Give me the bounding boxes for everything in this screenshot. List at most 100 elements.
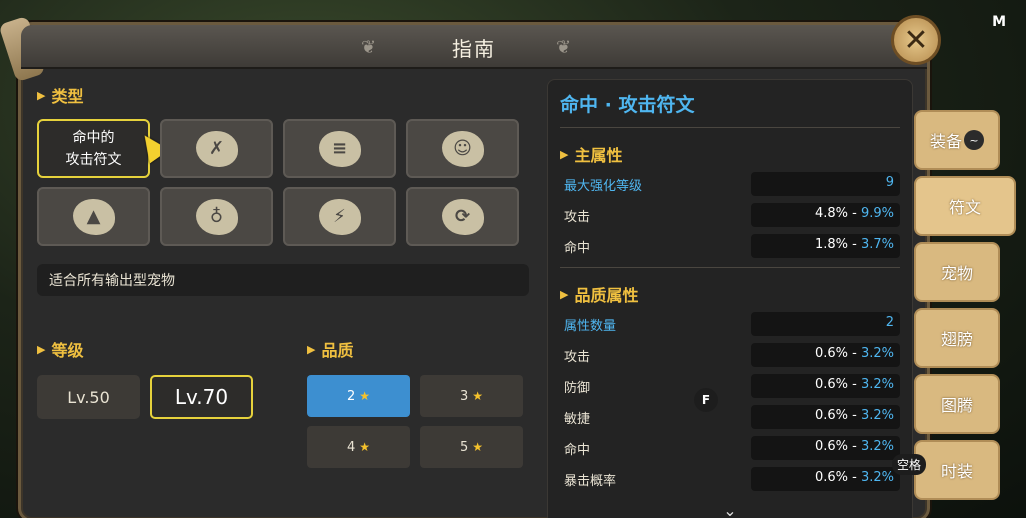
spiral-rune-icon: ⟳ <box>441 198 484 235</box>
rune-type-description: 适合所有输出型宠物 <box>37 264 529 296</box>
rune-detail-panel[interactable]: 命中 · 攻击符文 ▶ 主属性 最大强化等级 9 攻击 4.8% - 9.9% 命中 1.… <box>547 79 913 518</box>
stat-min: 4.8% - <box>814 206 861 221</box>
stat-row: 最大强化等级 9 <box>560 171 900 197</box>
triangle-icon: ▶ <box>37 88 46 102</box>
window-title: 指南 <box>452 37 496 61</box>
stat-max: 3.2% <box>860 377 894 392</box>
star-icon: ★ <box>359 440 371 454</box>
quality-option-5[interactable]: 5 ★ <box>420 426 523 468</box>
rune-type-claw[interactable]: ⚡ <box>283 187 396 246</box>
rune-type-totem[interactable]: ♁ <box>160 187 273 246</box>
quality-attr-title: ▶ 品质属性 <box>560 282 900 306</box>
stat-max: 3.2% <box>860 408 894 423</box>
space-key-hint: 空格 <box>892 454 927 475</box>
stat-row: 属性数量 2 <box>560 311 900 337</box>
stat-min: 0.6% - <box>814 346 861 361</box>
scroll-down-icon[interactable]: ⌄ <box>548 501 912 518</box>
wind-rune-icon: ≡ <box>318 130 361 167</box>
type-title-label: 类型 <box>51 87 84 106</box>
stat-value: 4.8% - 9.9% <box>750 203 900 227</box>
map-hotkey-label: M <box>992 14 1006 30</box>
stat-row: 攻击 4.8% - 9.9% <box>560 202 900 228</box>
filter-panel: ▶ 类型 命中的 攻击符文 ✗ ≡ ☺ ▲ ♁ ⚡ ⟳ 适合所有输出型宠物 ▶ … <box>37 83 529 468</box>
muscle-rune-icon: ▲ <box>72 198 115 235</box>
level-section-title: ▶ 等级 <box>37 337 267 361</box>
stat-max: 9.9% <box>860 206 894 221</box>
stat-name: 攻击 <box>564 349 591 365</box>
quality-option-3[interactable]: 3 ★ <box>420 375 523 417</box>
stat-value: 0.6% - 3.2% <box>750 467 900 491</box>
stat-max: 3.7% <box>860 237 894 252</box>
claw-rune-icon: ⚡ <box>318 198 361 235</box>
triangle-icon: ▶ <box>560 147 569 161</box>
stat-name: 最大强化等级 <box>564 178 643 194</box>
tab-equipment[interactable]: 装备 ~ <box>914 110 1000 170</box>
stat-max: 3.2% <box>860 470 894 485</box>
stat-value: 0.6% - 3.2% <box>750 436 900 460</box>
face-rune-icon: ☺ <box>441 130 484 167</box>
main-attr-list: 最大强化等级 9 攻击 4.8% - 9.9% 命中 1.8% - 3.7% <box>560 171 900 259</box>
stat-name: 防御 <box>564 380 591 396</box>
quality-section-title: ▶ 品质 <box>307 337 527 361</box>
triangle-icon: ▶ <box>560 287 569 301</box>
rune-type-wind[interactable]: ≡ <box>283 119 396 178</box>
stat-row: 命中 1.8% - 3.7% <box>560 233 900 259</box>
tab-label: 宠物 <box>940 264 973 283</box>
star-icon: ★ <box>472 440 484 454</box>
rune-type-face[interactable]: ☺ <box>406 119 519 178</box>
rune-type-strength[interactable]: ▲ <box>37 187 150 246</box>
quality-value: 4 <box>346 439 356 455</box>
tab-rune[interactable]: 符文 <box>914 176 1016 236</box>
quality-title-label: 品质 <box>321 341 354 360</box>
rune-type-slash[interactable]: ✗ <box>160 119 273 178</box>
stat-row: 命中 0.6% - 3.2% <box>560 435 900 461</box>
tab-label: 翅膀 <box>940 330 973 349</box>
quality-value: 3 <box>459 388 469 404</box>
type-section-title: ▶ 类型 <box>37 83 529 107</box>
section-divider <box>560 267 900 268</box>
stat-name: 攻击 <box>564 209 591 225</box>
right-ornament-icon: ❦ <box>556 37 572 58</box>
main-attr-title: ▶ 主属性 <box>560 142 900 166</box>
tab-pet[interactable]: 宠物 <box>914 242 1000 302</box>
stat-value: 0.6% - 3.2% <box>750 343 900 367</box>
tab-totem[interactable]: 图腾 <box>914 374 1000 434</box>
rune-type-hit-attack[interactable]: 命中的 攻击符文 <box>37 119 170 178</box>
rune-type-grid: 命中的 攻击符文 ✗ ≡ ☺ ▲ ♁ ⚡ ⟳ <box>37 119 529 246</box>
quality-option-4[interactable]: 4 ★ <box>307 426 410 468</box>
main-attr-label: 主属性 <box>574 146 623 165</box>
tab-hotkey-badge: ~ <box>964 130 984 150</box>
level-section: ▶ 等级 Lv.50 Lv.70 <box>37 337 267 419</box>
quality-value: 5 <box>459 439 469 455</box>
stat-row: 暴击概率 0.6% - 3.2% <box>560 466 900 492</box>
stat-value: 0.6% - 3.2% <box>750 405 900 429</box>
level-title-label: 等级 <box>51 341 84 360</box>
quality-option-2[interactable]: 2 ★ <box>307 375 410 417</box>
stat-row: 敏捷 0.6% - 3.2% <box>560 404 900 430</box>
close-button[interactable]: ✕ <box>891 15 941 65</box>
tab-label: 图腾 <box>940 396 973 415</box>
guide-window: ❦ 指南 ❦ ✕ ▶ 类型 命中的 攻击符文 ✗ ≡ ☺ ▲ ♁ ⚡ ⟳ 适合所… <box>0 15 941 518</box>
star-icon: ★ <box>472 389 484 403</box>
rune-type-spiral[interactable]: ⟳ <box>406 187 519 246</box>
stat-max: 3.2% <box>860 346 894 361</box>
stat-name: 暴击概率 <box>564 473 617 489</box>
stat-min: 0.6% - <box>814 439 861 454</box>
quality-attr-label: 品质属性 <box>574 286 639 305</box>
stat-min: 1.8% - <box>814 237 861 252</box>
tab-wings[interactable]: 翅膀 <box>914 308 1000 368</box>
stat-min: 0.6% - <box>814 408 861 423</box>
tab-costume[interactable]: 时装 <box>914 440 1000 500</box>
stat-value: 9 <box>750 172 900 196</box>
level-option-50[interactable]: Lv.50 <box>37 375 140 419</box>
stat-value: 2 <box>750 312 900 336</box>
triangle-icon: ▶ <box>307 342 316 356</box>
stat-row: 攻击 0.6% - 3.2% <box>560 342 900 368</box>
stat-name: 命中 <box>564 240 591 256</box>
quality-value: 2 <box>346 388 356 404</box>
interact-key-hint: F <box>694 388 718 412</box>
stat-value: 0.6% - 3.2% <box>750 374 900 398</box>
level-option-70[interactable]: Lv.70 <box>150 375 253 419</box>
stat-value: 1.8% - 3.7% <box>750 234 900 258</box>
title-bar: ❦ 指南 ❦ <box>21 25 927 69</box>
